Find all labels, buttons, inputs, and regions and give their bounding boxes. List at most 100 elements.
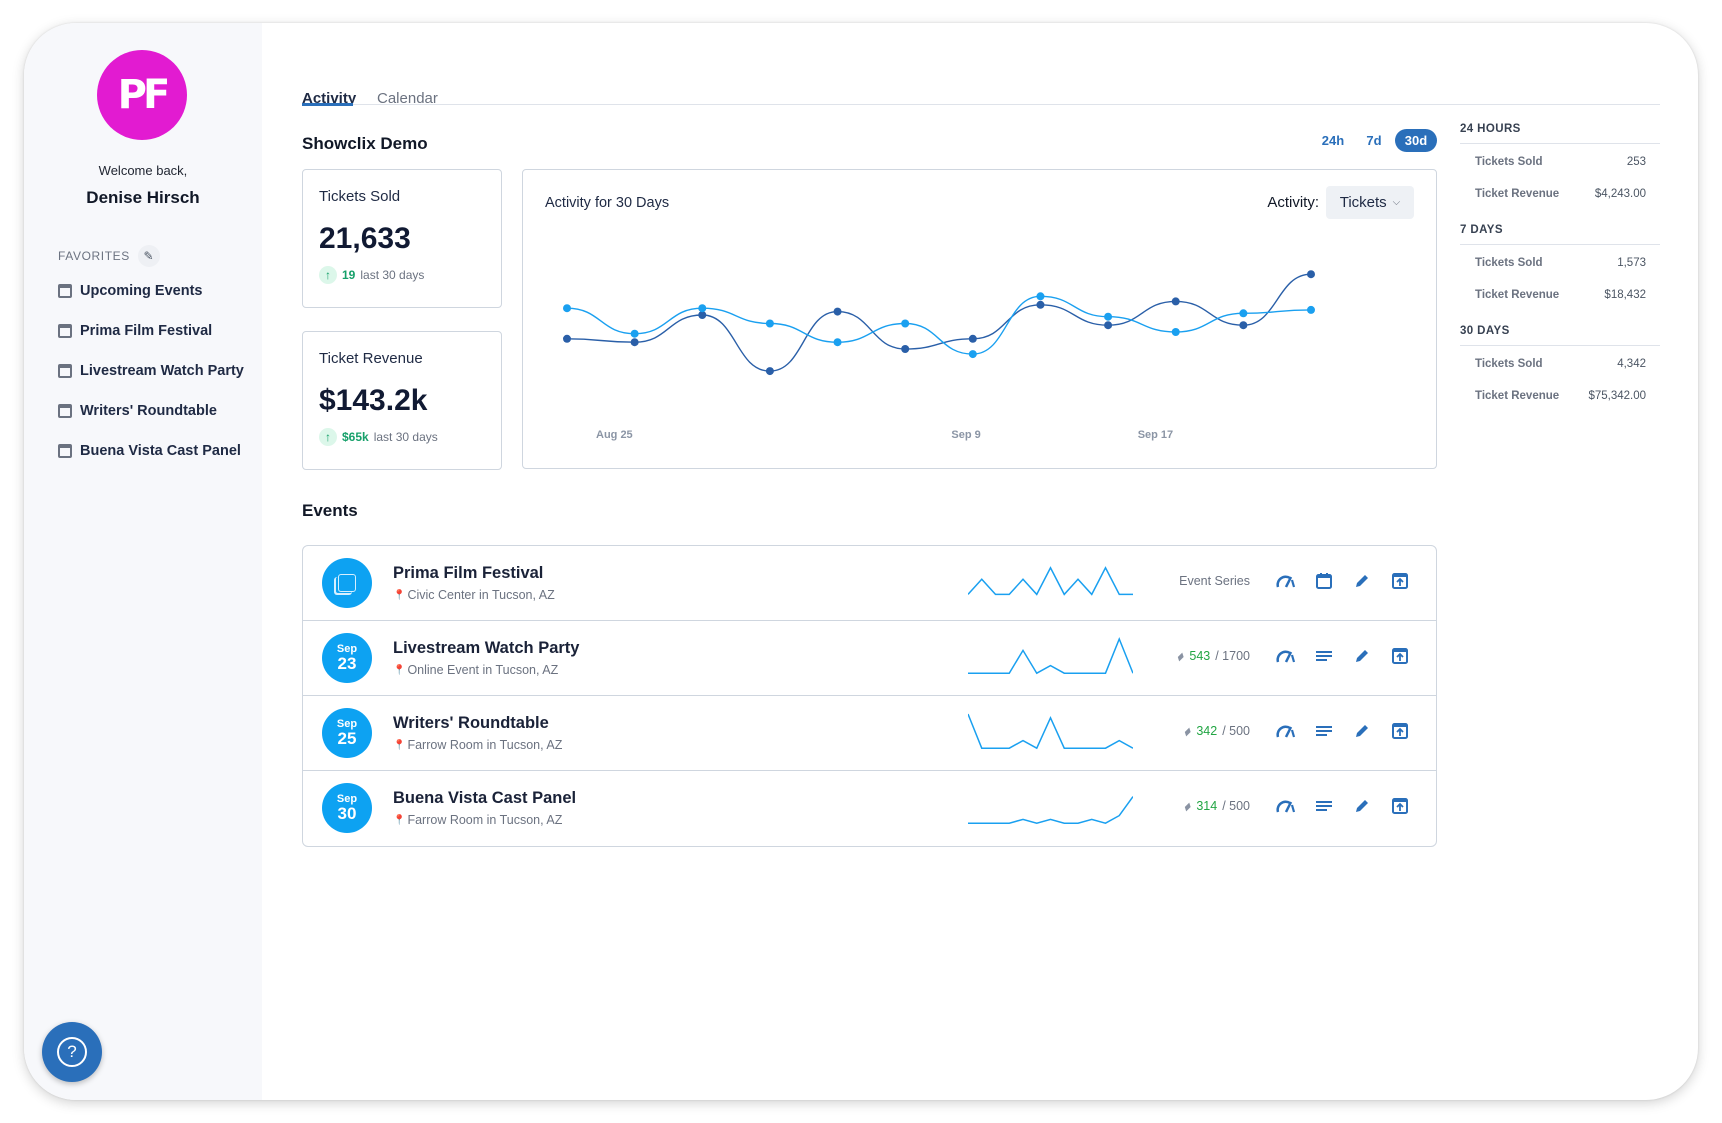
publish-icon[interactable] xyxy=(1390,571,1410,591)
event-sparkline xyxy=(968,636,1133,675)
stats-group-title: 30 DAYS xyxy=(1460,325,1660,346)
event-location: 📍 Civic Center in Tucson, AZ xyxy=(393,588,555,602)
edit-favorites-pencil-icon[interactable]: ✎ xyxy=(137,245,160,267)
event-sparkline xyxy=(968,566,1133,596)
series-light-point[interactable] xyxy=(968,350,977,359)
publish-icon[interactable] xyxy=(1390,646,1410,666)
calendar-icon xyxy=(58,444,72,458)
dashboard-gauge-icon[interactable] xyxy=(1276,646,1296,666)
event-row[interactable]: Sep 30 Buena Vista Cast Panel 📍 Farrow Roo… xyxy=(303,771,1436,846)
tickets-capacity: / 1700 xyxy=(1215,649,1250,663)
org-logo[interactable]: PF xyxy=(97,50,187,140)
series-light-point[interactable] xyxy=(1036,292,1045,301)
dashboard-gauge-icon[interactable] xyxy=(1276,796,1296,816)
event-meta: Event Series xyxy=(1179,574,1250,588)
x-tick-label: Aug 25 xyxy=(596,429,633,441)
series-dark-point[interactable] xyxy=(833,307,842,316)
event-meta: ▰ 342 / 500 xyxy=(1180,724,1250,739)
favorite-item[interactable]: Livestream Watch Party xyxy=(58,361,248,381)
series-light-point[interactable] xyxy=(1239,309,1248,318)
series-dark-point[interactable] xyxy=(1171,297,1180,306)
list-icon[interactable] xyxy=(1314,721,1334,741)
user-name: Denise Hirsch xyxy=(86,188,200,207)
event-day: 25 xyxy=(337,729,357,748)
tickets-sold: 543 xyxy=(1189,649,1211,663)
event-sparkline xyxy=(968,796,1133,825)
series-dark-point[interactable] xyxy=(1239,321,1248,330)
activity-chart-card: Aug 25 Sep 9 Sep 17 Activity for 30 Days A… xyxy=(522,169,1437,469)
publish-icon[interactable] xyxy=(1390,796,1410,816)
event-name[interactable]: Livestream Watch Party xyxy=(393,639,579,658)
edit-pencil-icon[interactable] xyxy=(1352,571,1372,591)
range-7d-button[interactable]: 7d xyxy=(1361,129,1387,152)
series-light-point[interactable] xyxy=(1307,305,1315,314)
event-name[interactable]: Writers' Roundtable xyxy=(393,714,549,733)
edit-pencil-icon[interactable] xyxy=(1352,646,1372,666)
event-name[interactable]: Buena Vista Cast Panel xyxy=(393,789,576,808)
series-dark-line xyxy=(566,273,1312,372)
series-light-point[interactable] xyxy=(833,338,842,347)
series-light-point[interactable] xyxy=(630,329,639,338)
stat-label: Ticket Revenue xyxy=(1475,289,1560,301)
event-row[interactable]: Sep 23 Livestream Watch Party 📍 Online Eve… xyxy=(303,621,1436,696)
list-icon[interactable] xyxy=(1314,646,1334,666)
series-dark-point[interactable] xyxy=(901,345,910,353)
arrow-up-icon: ↑ xyxy=(319,266,337,284)
series-dark-point[interactable] xyxy=(1036,300,1045,309)
list-icon[interactable] xyxy=(1314,796,1334,816)
series-dark-point[interactable] xyxy=(698,311,707,319)
trend: ↑ 19 last 30 days xyxy=(319,266,424,284)
series-dark-point[interactable] xyxy=(1307,270,1315,279)
event-location-text: Farrow Room in Tucson, AZ xyxy=(407,813,563,827)
stats-row: Tickets Sold 1,573 xyxy=(1460,249,1660,281)
calendar-icon[interactable] xyxy=(1314,571,1334,591)
favorite-item[interactable]: Prima Film Festival xyxy=(58,321,248,341)
range-30d-button[interactable]: 30d xyxy=(1395,129,1437,152)
range-24h-button[interactable]: 24h xyxy=(1318,129,1348,152)
stat-label: Tickets Sold xyxy=(1475,358,1543,370)
event-series-icon xyxy=(338,574,356,592)
stats-group-24h: 24 HOURS Tickets Sold 253 Ticket Revenue $… xyxy=(1460,123,1660,212)
welcome-text: Welcome back, xyxy=(98,163,188,178)
publish-icon[interactable] xyxy=(1390,721,1410,741)
tab-calendar[interactable]: Calendar xyxy=(377,90,438,107)
favorite-item[interactable]: Writers' Roundtable xyxy=(58,401,248,421)
event-day: 23 xyxy=(337,654,357,673)
dashboard-gauge-icon[interactable] xyxy=(1276,571,1296,591)
tickets-capacity: / 500 xyxy=(1222,799,1250,813)
favorite-label: Buena Vista Cast Panel xyxy=(80,443,241,459)
stats-group-title: 7 DAYS xyxy=(1460,224,1660,245)
stats-row: Tickets Sold 4,342 xyxy=(1460,350,1660,382)
edit-pencil-icon[interactable] xyxy=(1352,721,1372,741)
favorite-item[interactable]: Buena Vista Cast Panel xyxy=(58,441,248,461)
events-list: Prima Film Festival 📍 Civic Center in Tuc… xyxy=(302,545,1437,847)
event-name[interactable]: Prima Film Festival xyxy=(393,564,543,583)
series-dark-point[interactable] xyxy=(765,367,774,376)
event-badge: Sep 25 xyxy=(322,708,372,758)
series-light-point[interactable] xyxy=(698,304,707,313)
favorite-item[interactable]: Upcoming Events xyxy=(58,281,248,301)
ticket-icon: ▰ xyxy=(1180,724,1195,739)
help-button[interactable]: ? xyxy=(42,1022,102,1082)
edit-pencil-icon[interactable] xyxy=(1352,796,1372,816)
series-light-point[interactable] xyxy=(563,304,571,313)
activity-select[interactable]: Tickets ⌵ xyxy=(1326,186,1414,219)
series-dark-point[interactable] xyxy=(563,334,571,343)
active-tab-indicator xyxy=(302,103,353,106)
series-dark-point[interactable] xyxy=(630,338,639,347)
series-light-point[interactable] xyxy=(1171,328,1180,336)
series-light-point[interactable] xyxy=(765,319,774,328)
series-light-point[interactable] xyxy=(1104,312,1113,321)
series-dark-point[interactable] xyxy=(968,334,977,343)
org-title: Showclix Demo xyxy=(302,134,428,153)
series-dark-point[interactable] xyxy=(1104,321,1113,330)
stat-label: Tickets Sold xyxy=(1475,257,1543,269)
series-light-point[interactable] xyxy=(901,319,910,328)
event-row[interactable]: Prima Film Festival 📍 Civic Center in Tuc… xyxy=(303,546,1436,621)
ticket-revenue-card: Ticket Revenue $143.2k ↑ $65k last 30 da… xyxy=(302,331,502,470)
event-row[interactable]: Sep 25 Writers' Roundtable 📍 Farrow Room i… xyxy=(303,696,1436,771)
favorite-label: Upcoming Events xyxy=(80,283,203,299)
tickets-sold-value: 21,633 xyxy=(319,222,411,255)
stats-row: Tickets Sold 253 xyxy=(1460,148,1660,180)
dashboard-gauge-icon[interactable] xyxy=(1276,721,1296,741)
